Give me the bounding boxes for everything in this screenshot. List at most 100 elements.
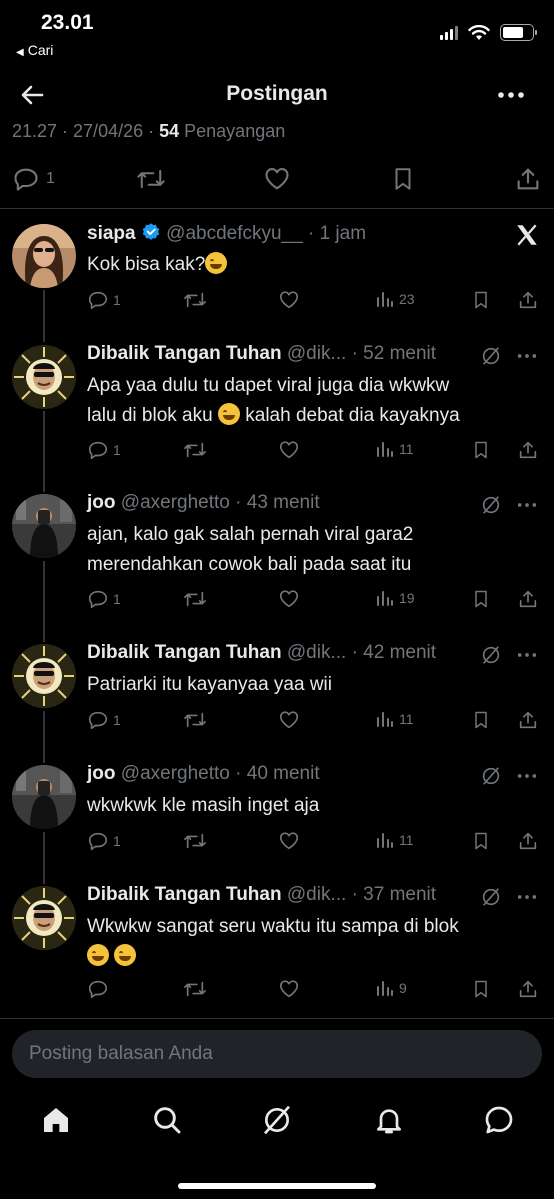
back-app-label: Cari bbox=[27, 42, 54, 58]
bookmark-button[interactable] bbox=[471, 978, 491, 1000]
bookmark-button[interactable] bbox=[471, 439, 491, 461]
views-button[interactable]: 11 bbox=[375, 830, 414, 850]
author-name[interactable]: Dibalik Tangan Tuhan bbox=[87, 343, 282, 364]
like-button[interactable] bbox=[277, 588, 301, 610]
post-time: · 37 menit bbox=[351, 884, 437, 905]
views-button[interactable]: 23 bbox=[375, 289, 415, 309]
reply-button[interactable]: 1 bbox=[87, 439, 121, 461]
bookmark-button[interactable] bbox=[471, 588, 491, 610]
views-chart-icon bbox=[377, 833, 393, 848]
views-button[interactable]: 11 bbox=[375, 709, 414, 729]
author-handle: @axerghetto bbox=[120, 763, 230, 784]
bookmark-button[interactable] bbox=[471, 830, 491, 852]
reply-button[interactable]: 1 bbox=[87, 289, 121, 311]
author-name[interactable]: joo bbox=[87, 492, 116, 513]
views-count: 11 bbox=[399, 832, 414, 848]
share-button[interactable] bbox=[517, 588, 539, 610]
more-options-icon[interactable] bbox=[496, 80, 526, 110]
grok-icon[interactable] bbox=[480, 886, 502, 908]
share-button[interactable] bbox=[517, 439, 539, 461]
repost-icon bbox=[137, 169, 165, 189]
share-button[interactable] bbox=[517, 709, 539, 731]
post-text-line: Apa yaa dulu tu dapet viral juga dia wkw… bbox=[87, 375, 450, 396]
avatar[interactable] bbox=[12, 644, 76, 708]
avatar[interactable] bbox=[12, 494, 76, 558]
views-button[interactable]: 19 bbox=[375, 588, 415, 608]
like-button[interactable] bbox=[277, 978, 301, 1000]
cellular-signal-icon bbox=[440, 25, 458, 40]
views-count: 9 bbox=[399, 980, 407, 996]
like-button[interactable] bbox=[277, 709, 301, 731]
grok-icon[interactable] bbox=[261, 1104, 293, 1136]
repost-button[interactable] bbox=[183, 588, 207, 610]
post-text-line: kalah debat dia kayaknya bbox=[245, 405, 460, 426]
reply-button[interactable]: 1 bbox=[87, 588, 121, 610]
main-like-button[interactable] bbox=[262, 165, 292, 193]
share-button[interactable] bbox=[517, 289, 539, 311]
author-name[interactable]: siapa bbox=[87, 223, 136, 244]
thread-line bbox=[43, 411, 45, 492]
repost-button[interactable] bbox=[183, 439, 207, 461]
reply-button[interactable] bbox=[87, 978, 113, 1000]
reply-button[interactable]: 1 bbox=[87, 709, 121, 731]
reply-button[interactable]: 1 bbox=[87, 830, 121, 852]
reply-input[interactable] bbox=[12, 1030, 542, 1078]
more-options-icon[interactable] bbox=[516, 886, 538, 908]
author-handle: @dik... bbox=[286, 884, 347, 905]
avatar[interactable] bbox=[12, 765, 76, 829]
repost-button[interactable] bbox=[183, 289, 207, 311]
bookmark-button[interactable] bbox=[471, 709, 491, 731]
like-button[interactable] bbox=[277, 830, 301, 852]
search-icon[interactable] bbox=[151, 1104, 183, 1136]
bookmark-icon bbox=[475, 291, 487, 309]
views-count: 54 bbox=[159, 121, 180, 141]
bookmark-button[interactable] bbox=[471, 289, 491, 311]
main-post-actions: 1 bbox=[0, 162, 554, 198]
more-options-icon[interactable] bbox=[516, 644, 538, 666]
author-name[interactable]: Dibalik Tangan Tuhan bbox=[87, 642, 282, 663]
author-name[interactable]: Dibalik Tangan Tuhan bbox=[87, 884, 282, 905]
repost-button[interactable] bbox=[183, 830, 207, 852]
grok-icon[interactable] bbox=[480, 765, 502, 787]
more-options-icon[interactable] bbox=[516, 345, 538, 367]
bookmark-icon bbox=[475, 832, 487, 850]
grok-icon[interactable] bbox=[480, 494, 502, 516]
like-button[interactable] bbox=[277, 439, 301, 461]
back-to-app-link[interactable]: ◀ Cari bbox=[16, 42, 53, 58]
more-options-icon[interactable] bbox=[516, 765, 538, 787]
bookmark-icon bbox=[475, 441, 487, 459]
home-icon[interactable] bbox=[40, 1104, 72, 1136]
avatar[interactable] bbox=[12, 224, 76, 288]
post-actions: 1 23 bbox=[87, 289, 547, 315]
notifications-bell-icon[interactable] bbox=[373, 1104, 405, 1136]
avatar[interactable] bbox=[12, 886, 76, 950]
repost-button[interactable] bbox=[183, 709, 207, 731]
main-bookmark-button[interactable] bbox=[390, 165, 416, 193]
like-button[interactable] bbox=[277, 289, 301, 311]
reply-composer[interactable] bbox=[12, 1030, 542, 1078]
more-options-icon[interactable] bbox=[516, 494, 538, 516]
messages-icon[interactable] bbox=[483, 1104, 515, 1136]
avatar[interactable] bbox=[12, 345, 76, 409]
main-share-button[interactable] bbox=[514, 165, 542, 193]
main-reply-button[interactable]: 1 bbox=[12, 165, 55, 193]
post-actions: 1 11 bbox=[87, 709, 547, 735]
author-name[interactable]: joo bbox=[87, 763, 116, 784]
views-chart-icon bbox=[377, 981, 393, 996]
views-button[interactable]: 11 bbox=[375, 439, 414, 459]
repost-button[interactable] bbox=[183, 978, 207, 1000]
home-indicator bbox=[178, 1183, 376, 1189]
bookmark-icon bbox=[395, 168, 411, 190]
grok-icon[interactable] bbox=[480, 345, 502, 367]
main-repost-button[interactable] bbox=[136, 165, 166, 193]
views-button[interactable]: 9 bbox=[375, 978, 407, 998]
share-button[interactable] bbox=[517, 830, 539, 852]
repost-icon bbox=[184, 442, 206, 458]
battery-icon bbox=[500, 24, 537, 41]
back-triangle-icon: ◀ bbox=[16, 47, 24, 58]
reply-icon bbox=[88, 980, 108, 999]
grok-icon[interactable] bbox=[480, 644, 502, 666]
post-header-line: joo @axerghetto · 43 menit bbox=[87, 492, 320, 514]
share-button[interactable] bbox=[517, 978, 539, 1000]
thread-line bbox=[43, 711, 45, 763]
